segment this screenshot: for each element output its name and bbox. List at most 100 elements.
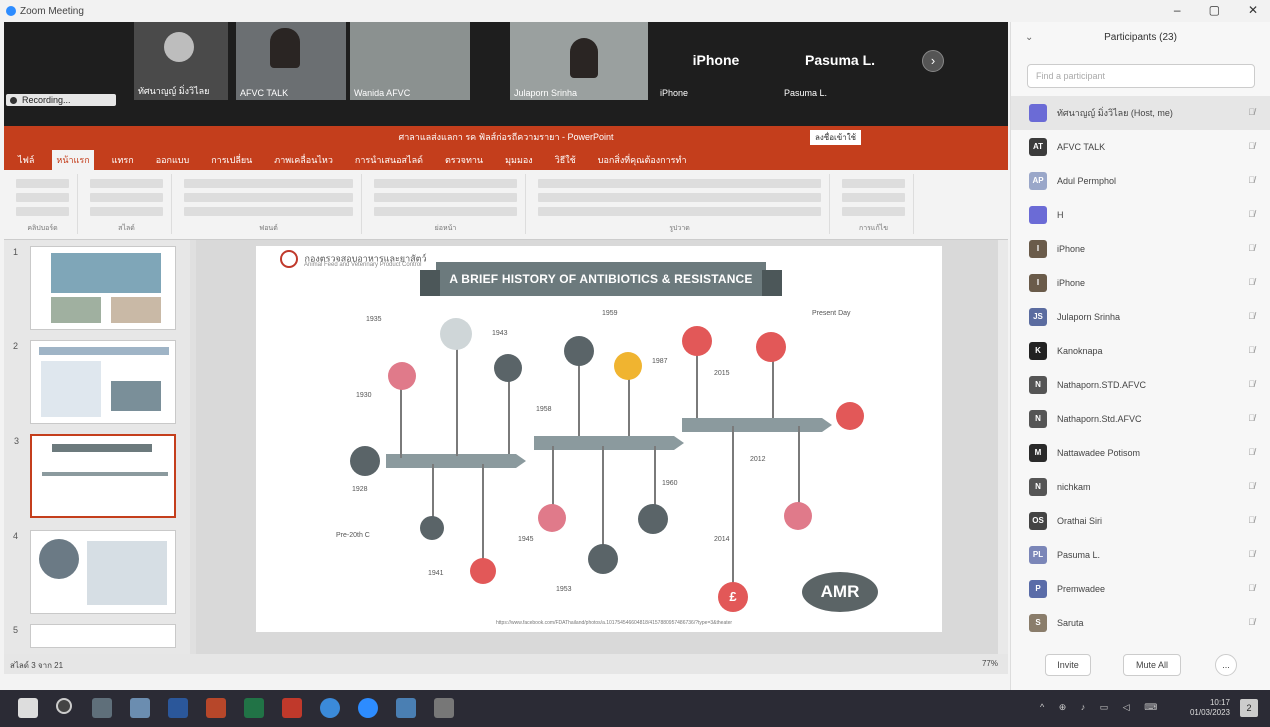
tab-transitions[interactable]: การเปลี่ยน [207,150,256,170]
mic-muted-icon[interactable]: 🎙̸ [1248,481,1255,491]
mic-muted-icon[interactable]: 🎙̸ [1248,277,1255,287]
slide-scrollbar[interactable] [998,240,1008,654]
zoom-level[interactable]: 77% [982,659,998,668]
tab-file[interactable]: ไฟล์ [14,150,38,170]
mute-all-button[interactable]: Mute All [1123,654,1181,676]
sign-in-button[interactable]: ลงชื่อเข้าใช้ [810,130,862,145]
participant-row[interactable]: AT AFVC TALK 🎙̸ [1011,130,1270,164]
minimize-icon[interactable]: – [1174,3,1181,17]
mic-muted-icon[interactable]: 🎙̸ [1248,209,1255,219]
restore-icon[interactable]: ▢ [1209,3,1220,17]
mic-muted-icon[interactable]: 🎙̸ [1248,549,1255,559]
participant-row[interactable]: AP Adul Permphol 🎙̸ [1011,164,1270,198]
tab-animations[interactable]: ภาพเคลื่อนไหว [270,150,337,170]
video-tile[interactable]: iPhone iPhone [656,22,776,100]
timeline-year: 2012 [750,456,766,463]
participant-row[interactable]: K Kanoknapa 🎙̸ [1011,334,1270,368]
participant-row[interactable]: ทัศนาญญ์ มิ่งวิไลย (Host, me) 🎙̸ [1011,96,1270,130]
tab-review[interactable]: ตรวจทาน [441,150,487,170]
powerpoint-icon[interactable] [206,698,226,718]
ribbon-group-slides[interactable]: สไลด์ [82,174,172,234]
participant-row[interactable]: IiPhone 🎙̸ [1011,232,1270,266]
slide[interactable]: กองตรวจสอบอาหารและยาสัตว์ Animal Feed an… [256,246,942,632]
participant-search-input[interactable]: Find a participant [1027,64,1255,88]
slide-thumbnail[interactable]: 4 [13,530,176,614]
tab-design[interactable]: ออกแบบ [152,150,194,170]
mic-muted-icon[interactable]: 🎙̸ [1248,583,1255,593]
file-explorer-icon[interactable] [130,698,150,718]
task-view-icon[interactable] [92,698,112,718]
windows-start-icon[interactable] [18,698,38,718]
mold-icon [538,504,566,532]
video-tile[interactable]: Wanida AFVC [350,22,470,100]
invite-button[interactable]: Invite [1045,654,1091,676]
participant-row[interactable]: N Nathaporn.Std.AFVC 🎙̸ [1011,402,1270,436]
mic-muted-icon[interactable]: 🎙̸ [1248,515,1255,525]
mic-muted-icon[interactable]: 🎙̸ [1248,447,1255,457]
ribbon-group-editing[interactable]: การแก้ไข [834,174,914,234]
slide-thumbnail-selected[interactable]: 3 [14,434,176,518]
app-icon[interactable] [434,698,454,718]
system-tray-icons[interactable]: ^ ⊕ ♪ ▭ ◁ ⌨ [1040,702,1163,713]
ribbon-group-drawing[interactable]: รูปวาด [530,174,830,234]
video-tile[interactable]: Pasuma L. Pasuma L. [780,22,900,100]
mic-muted-icon[interactable]: 🎙̸ [1248,107,1255,117]
participant-avatar: M [1029,444,1047,462]
participant-row[interactable]: Nnichkam 🎙̸ [1011,470,1270,504]
slide-thumbnail[interactable]: 2 [13,340,176,424]
close-icon[interactable]: ✕ [1248,3,1258,17]
mic-muted-icon[interactable]: 🎙̸ [1248,175,1255,185]
participant-row[interactable]: M Nattawadee Potisom 🎙̸ [1011,436,1270,470]
tab-home[interactable]: หน้าแรก [52,150,94,170]
participant-row[interactable]: S Saruta 🎙̸ [1011,606,1270,640]
participant-row[interactable]: IiPhone 🎙̸ [1011,266,1270,300]
mic-muted-icon[interactable]: 🎙̸ [1248,345,1255,355]
mic-muted-icon[interactable]: 🎙̸ [1248,379,1255,389]
slide-thumbnail[interactable]: 1 [13,246,176,330]
mic-muted-icon[interactable]: 🎙̸ [1248,243,1255,253]
participant-row[interactable]: OS Orathai Siri 🎙̸ [1011,504,1270,538]
next-page-icon[interactable]: › [922,50,944,72]
notification-icon[interactable]: 2 [1240,699,1258,717]
ribbon-group-font[interactable]: ฟอนต์ [176,174,362,234]
participants-header: Participants (23) [1104,32,1177,43]
ribbon-group-clipboard[interactable]: คลิปบอร์ด [8,174,78,234]
timeline-ribbon [534,436,684,450]
participant-row[interactable]: N Nathaporn.STD.AFVC 🎙̸ [1011,368,1270,402]
zoom-icon[interactable] [358,698,378,718]
tab-insert[interactable]: แทรก [108,150,138,170]
acrobat-icon[interactable] [282,698,302,718]
app-icon[interactable] [396,698,416,718]
video-tile[interactable]: Julaporn Srinha [510,22,648,100]
participant-row[interactable]: H 🎙̸ [1011,198,1270,232]
participant-avatar: OS [1029,512,1047,530]
recording-indicator[interactable]: Recording... [6,94,116,106]
participant-avatar: I [1029,240,1047,258]
slide-thumbnail[interactable]: 5 [13,624,176,648]
mic-muted-icon[interactable]: 🎙̸ [1248,413,1255,423]
participant-row[interactable]: JS Julaporn Srinha 🎙̸ [1011,300,1270,334]
participant-name: Julaporn Srinha [1057,312,1121,322]
participants-footer: Invite Mute All ... [1011,646,1270,686]
tell-me-search[interactable]: บอกสิ่งที่คุณต้องการทำ [594,150,691,170]
participant-name: Nathaporn.STD.AFVC [1057,380,1147,390]
video-tile-name: Pasuma L. [784,88,828,98]
mic-muted-icon[interactable]: 🎙̸ [1248,617,1255,627]
tab-help[interactable]: วิธีใช้ [551,150,580,170]
mic-muted-icon[interactable]: 🎙̸ [1248,311,1255,321]
participant-row[interactable]: P Premwadee 🎙̸ [1011,572,1270,606]
chrome-icon[interactable] [320,698,340,718]
video-tile[interactable]: ทัศนาญญ์ มิ่งวิไลย [134,22,228,100]
search-icon[interactable] [56,698,72,714]
tab-slideshow[interactable]: การนำเสนอสไลด์ [351,150,427,170]
more-options-button[interactable]: ... [1215,654,1237,676]
clock[interactable]: 10:17 01/03/2023 [1190,698,1230,719]
excel-icon[interactable] [244,698,264,718]
tab-view[interactable]: มุมมอง [501,150,537,170]
ribbon-group-paragraph[interactable]: ย่อหน้า [366,174,526,234]
video-tile[interactable]: AFVC TALK [236,22,346,100]
word-icon[interactable] [168,698,188,718]
participant-row[interactable]: PL Pasuma L. 🎙̸ [1011,538,1270,572]
caduceus-icon [756,332,786,362]
mic-muted-icon[interactable]: 🎙̸ [1248,141,1255,151]
